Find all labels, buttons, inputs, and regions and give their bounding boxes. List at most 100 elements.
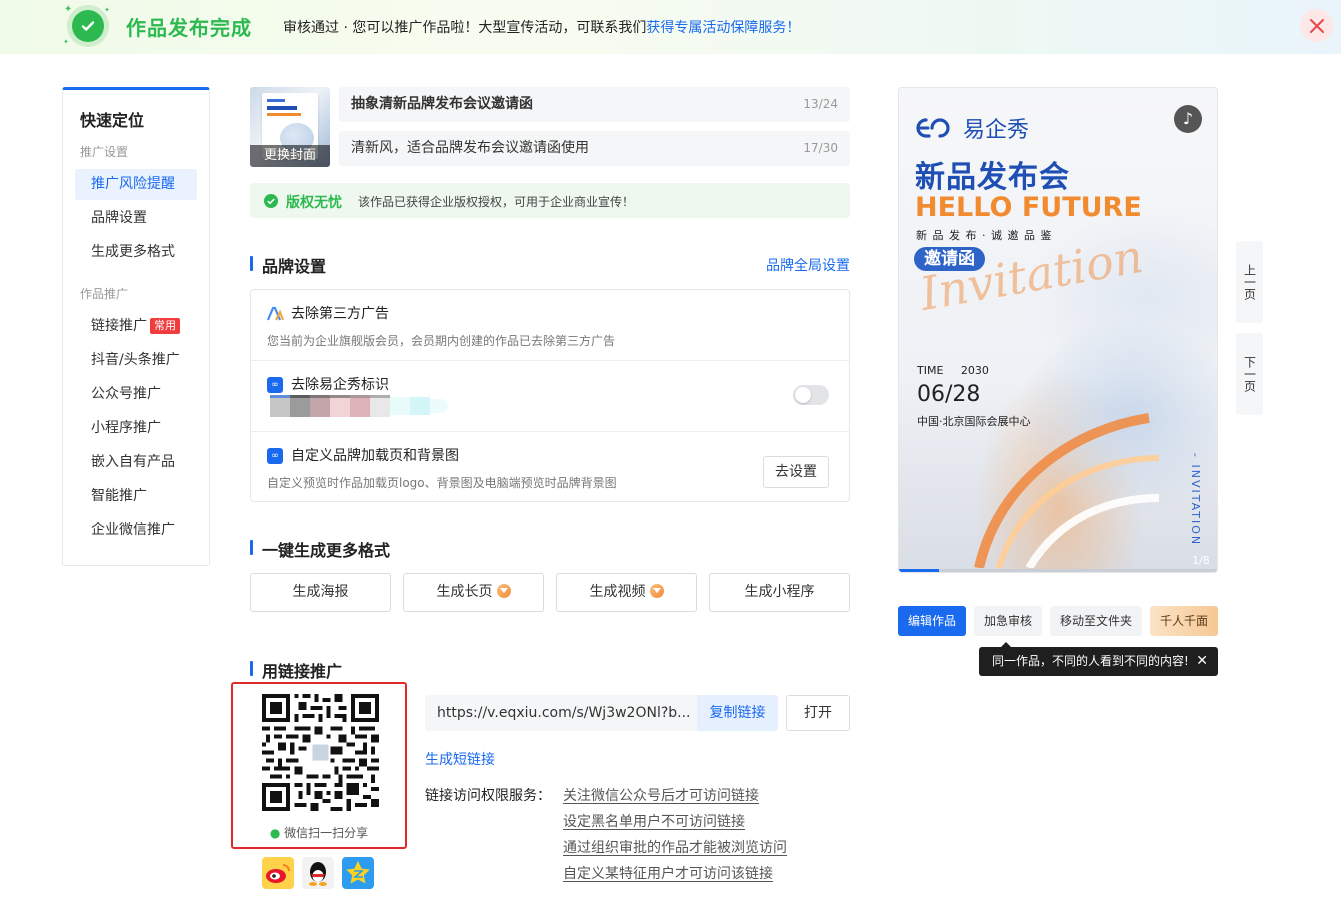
tooltip-close-icon[interactable]: ✕	[1196, 647, 1208, 676]
qzone-share-icon[interactable]	[342, 857, 374, 889]
open-link-button[interactable]: 打开	[786, 695, 850, 731]
qr-caption-text: 微信扫一扫分享	[284, 826, 369, 840]
urgent-review-button[interactable]: 加急审核	[974, 606, 1042, 636]
preview-time-label: TIME	[917, 364, 944, 377]
qq-icon	[309, 862, 327, 886]
banner-message: 审核通过 · 您可以推广作品啦！大型宣传活动，可联系我们获得专属活动保障服务！	[283, 17, 800, 37]
weibo-icon	[266, 864, 290, 883]
preview-hello-future: HELLO FUTURE	[915, 192, 1142, 223]
qr-caption: ● 微信扫一扫分享	[233, 824, 405, 841]
eqxiu-logo-icon	[916, 118, 950, 138]
work-title-value: 抽象清新品牌发布会议邀请函	[351, 96, 533, 112]
work-title-input[interactable]: 抽象清新品牌发布会议邀请函 13/24	[339, 87, 850, 122]
preview-year: 2030	[960, 364, 989, 377]
qq-share-icon[interactable]	[302, 857, 334, 889]
sparkle-icon: ✦	[64, 4, 73, 15]
nav-item-label: 链接推广	[91, 318, 147, 334]
nav-item-miniprogram[interactable]: 小程序推广	[75, 413, 197, 444]
banner-title: 作品发布完成	[126, 16, 252, 40]
go-settings-button[interactable]: 去设置	[763, 456, 829, 488]
check-icon	[264, 194, 278, 208]
change-cover-button[interactable]: 更换封面	[250, 145, 330, 167]
prev-page-button[interactable]: 上一页	[1236, 241, 1263, 323]
access-blacklist-link[interactable]: 设定黑名单用户不可访问链接	[563, 811, 745, 831]
brand-row-title: 去除易企秀标识	[291, 377, 389, 393]
remove-logo-toggle[interactable]	[793, 385, 829, 405]
access-org-approval-link[interactable]: 通过组织审批的作品才能被浏览访问	[563, 837, 787, 857]
weibo-share-icon[interactable]	[262, 857, 294, 889]
work-preview[interactable]: 易企秀 ♪ 新品发布会 HELLO FUTURE 新 品 发 布 · 诚 邀 品…	[898, 87, 1218, 573]
activity-service-link[interactable]: 获得专属活动保障服务！	[646, 20, 800, 36]
access-service-label: 链接访问权限服务：	[425, 788, 551, 804]
brand-row-desc: 您当前为企业旗舰版会员，会员期内创建的作品已去除第三方广告	[267, 334, 616, 348]
blurred-content	[270, 395, 448, 417]
preview-page-indicator: 1/8	[1192, 554, 1210, 567]
nav-item-douyin[interactable]: 抖音/头条推广	[75, 345, 197, 376]
cover-thumbnail[interactable]: 更换封面	[250, 87, 330, 167]
button-label: 生成视频	[589, 584, 646, 600]
nav-title: 快速定位	[80, 111, 145, 130]
brand-row-title: 自定义品牌加载页和背景图	[291, 448, 459, 464]
nav-item-wechat-official[interactable]: 公众号推广	[75, 379, 197, 410]
nav-item-more-formats[interactable]: 生成更多格式	[75, 237, 197, 268]
generate-long-page-button[interactable]: 生成长页	[403, 573, 544, 612]
nav-group-work-promo: 作品推广	[80, 287, 129, 301]
nav-item-brand-settings[interactable]: 品牌设置	[75, 203, 197, 234]
title-char-count: 13/24	[803, 97, 838, 111]
nav-item-smart-promo[interactable]: 智能推广	[75, 481, 197, 512]
close-button[interactable]	[1300, 9, 1333, 42]
sparkle-icon: ✦	[63, 38, 69, 46]
short-link-button[interactable]: 生成短链接	[425, 749, 495, 769]
nav-group-promo-settings: 推广设置	[80, 145, 129, 159]
music-icon[interactable]: ♪	[1174, 105, 1202, 133]
preview-progress-bar	[899, 569, 1217, 572]
edit-work-button[interactable]: 编辑作品	[898, 606, 966, 636]
sparkle-icon: ✦	[104, 6, 110, 14]
generate-miniprogram-button[interactable]: 生成小程序	[709, 573, 850, 612]
work-description-value: 清新风，适合品牌发布会议邀请函使用	[351, 140, 589, 156]
nav-item-link-promo[interactable]: 链接推广 常用	[75, 311, 197, 342]
ad-block-icon	[267, 306, 284, 321]
preview-date: 06/28	[917, 382, 981, 407]
preview-time: TIME 2030	[917, 364, 989, 377]
generate-video-button[interactable]: 生成视频	[556, 573, 697, 612]
share-url-field[interactable]: https://v.eqxiu.com/s/Wj3w2ONl?b...	[425, 695, 697, 731]
vip-diamond-icon	[496, 584, 511, 598]
brand-row-desc: 自定义预览时作品加载页logo、背景图及电脑端预览时品牌背景图	[267, 476, 617, 490]
success-check-icon	[72, 10, 104, 42]
link-section-title: 用链接推广	[250, 658, 342, 682]
brand-global-settings-link[interactable]: 品牌全局设置	[766, 255, 850, 275]
tooltip-text: 同一作品，不同的人看到不同的内容!	[992, 654, 1189, 668]
nav-item-risk-reminder[interactable]: 推广风险提醒	[75, 169, 197, 200]
qzone-star-icon	[346, 861, 370, 884]
qr-code-panel: ● 微信扫一扫分享	[231, 682, 407, 849]
access-follow-official-link[interactable]: 关注微信公众号后才可访问链接	[563, 785, 759, 805]
formats-section-title: 一键生成更多格式	[250, 537, 390, 561]
copy-link-button[interactable]: 复制链接	[697, 695, 778, 731]
personalize-tooltip: 同一作品，不同的人看到不同的内容! ✕	[979, 642, 1218, 676]
brand-row-remove-logo: ∞ 去除易企秀标识	[251, 361, 849, 432]
generate-poster-button[interactable]: 生成海报	[250, 573, 391, 612]
preview-subtitle: 新 品 发 布 · 诚 邀 品 鉴	[916, 229, 1053, 242]
nav-item-embed[interactable]: 嵌入自有产品	[75, 447, 197, 478]
prev-page-label: 上一页	[1242, 264, 1257, 300]
brand-row-custom-loading: ∞ 自定义品牌加载页和背景图 自定义预览时作品加载页logo、背景图及电脑端预览…	[251, 432, 849, 503]
copyright-label: 版权无忧	[286, 195, 342, 211]
next-page-button[interactable]: 下一页	[1236, 333, 1263, 415]
eqxiu-logo-icon: ∞	[267, 377, 283, 393]
access-custom-user-link[interactable]: 自定义某特征用户才可访问该链接	[563, 863, 773, 883]
brand-row-title: 去除第三方广告	[291, 306, 389, 322]
copyright-notice: 版权无忧 该作品已获得企业版权授权，可用于企业商业宣传！	[250, 183, 850, 218]
preview-vertical-text: - INVITATION	[1189, 453, 1202, 547]
personalize-button[interactable]: 千人千面	[1150, 606, 1218, 636]
move-to-folder-button[interactable]: 移动至文件夹	[1050, 606, 1142, 636]
next-page-label: 下一页	[1242, 356, 1257, 392]
qr-code[interactable]	[262, 694, 379, 811]
hot-badge: 常用	[150, 318, 180, 334]
work-description-input[interactable]: 清新风，适合品牌发布会议邀请函使用 17/30	[339, 131, 850, 166]
wechat-icon: ●	[269, 826, 281, 840]
description-char-count: 17/30	[803, 141, 838, 155]
preview-headline: 新品发布会	[915, 160, 1070, 195]
banner-message-text: 审核通过 · 您可以推广作品啦！大型宣传活动，可联系我们	[283, 20, 647, 36]
nav-item-wecom[interactable]: 企业微信推广	[75, 515, 197, 546]
